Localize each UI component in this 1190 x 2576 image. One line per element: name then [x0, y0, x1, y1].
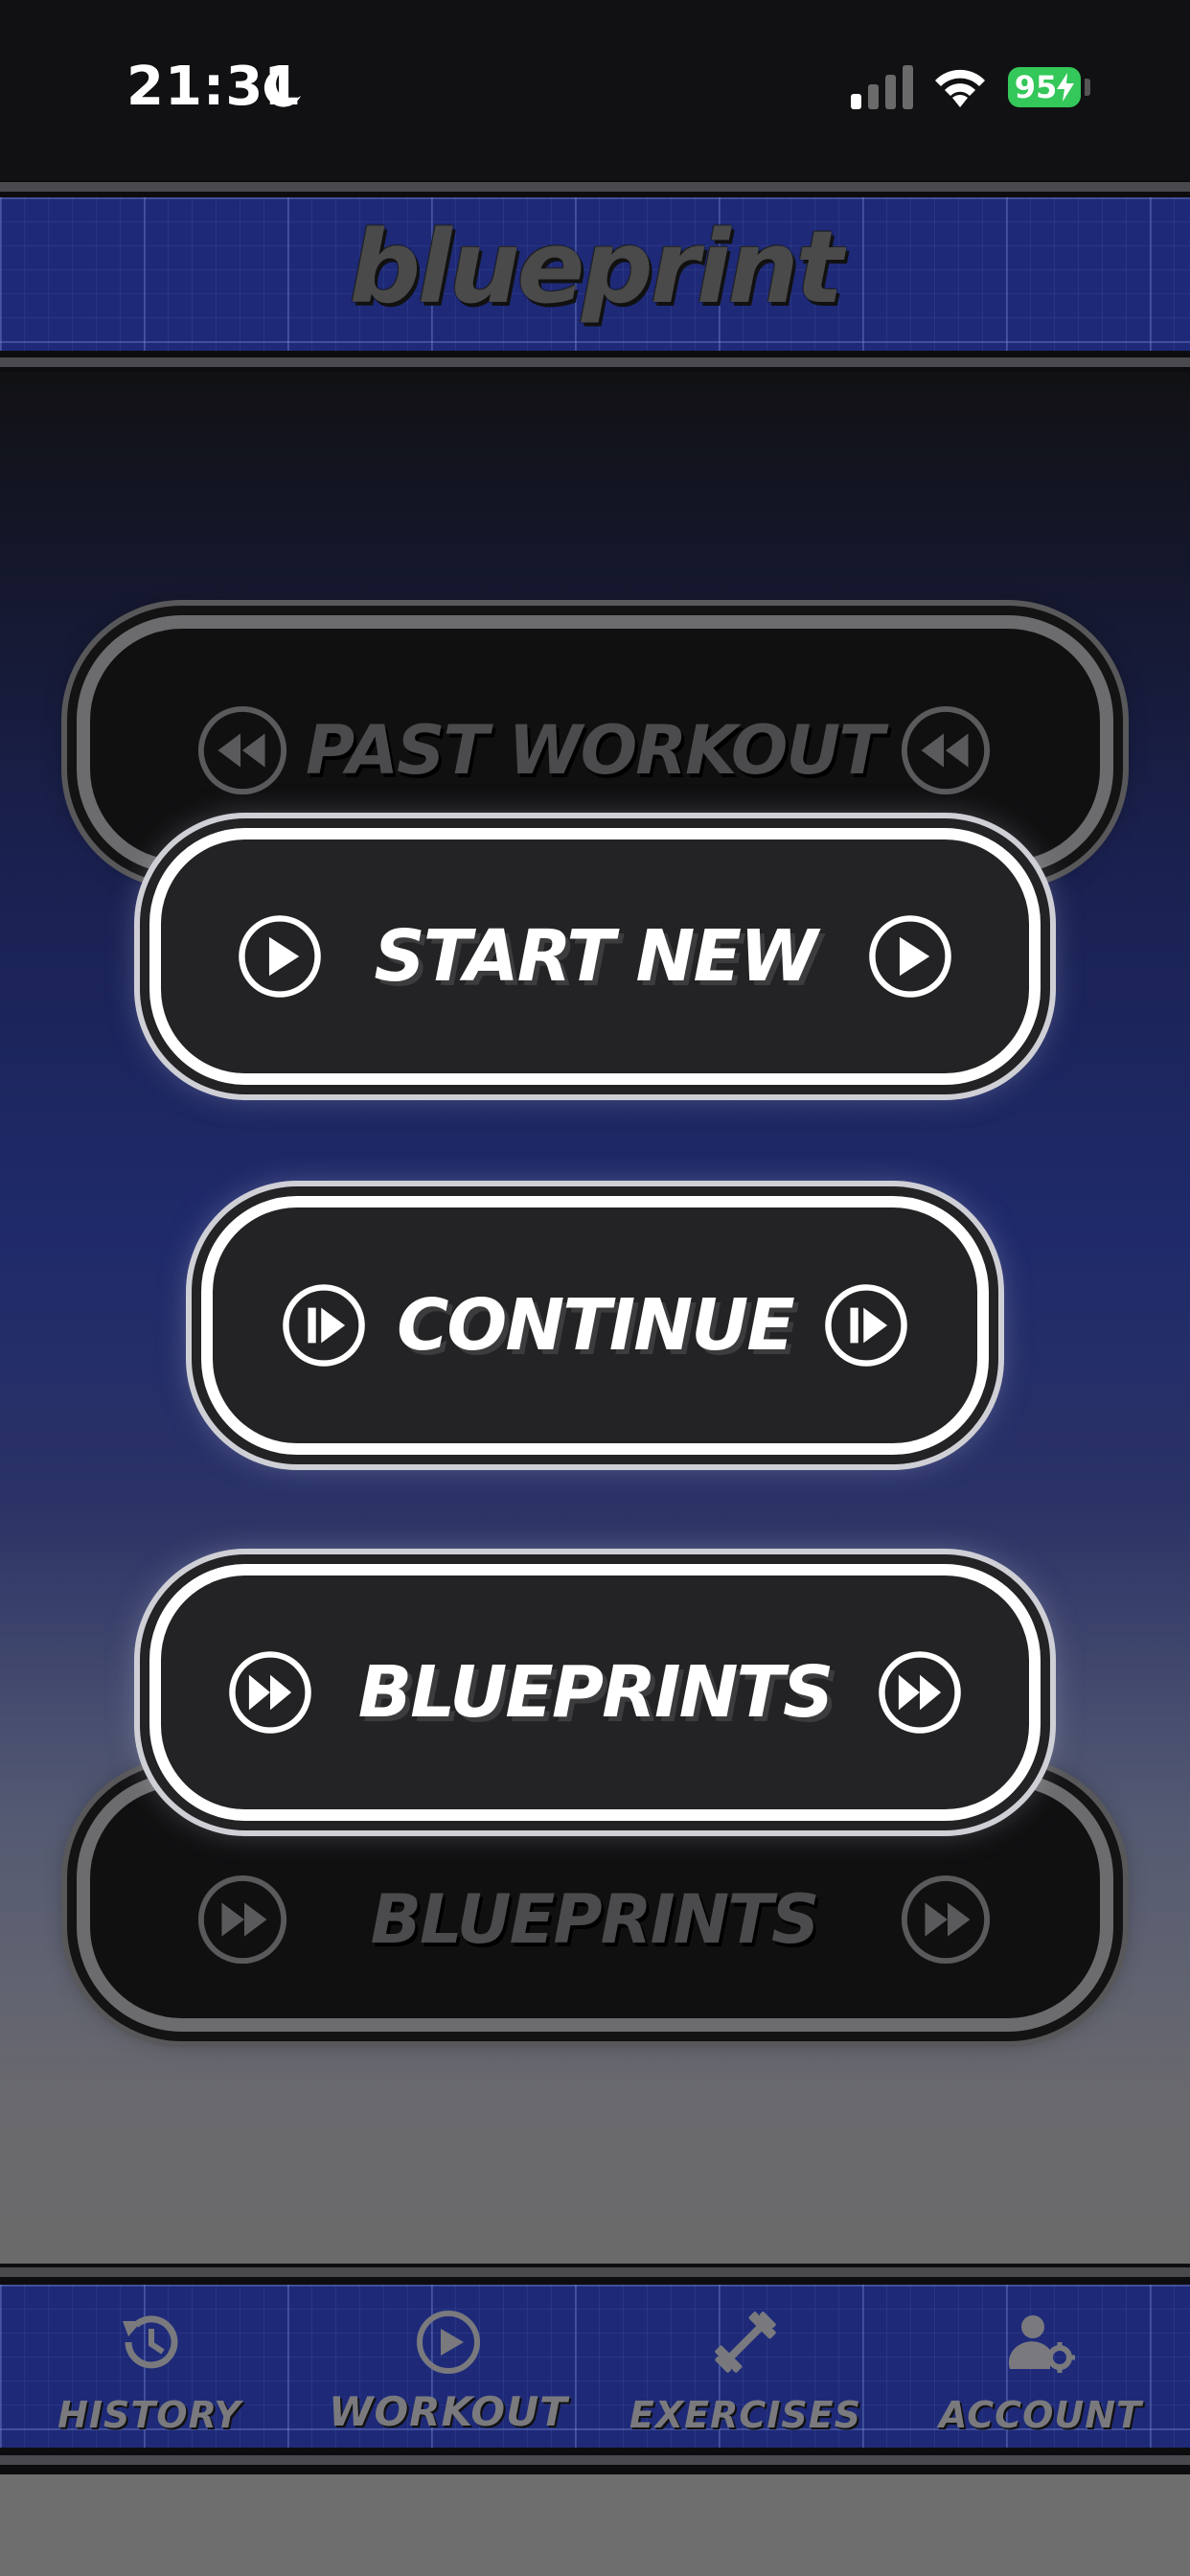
- history-icon: [123, 2315, 178, 2369]
- nav-item-workout[interactable]: WORKOUT: [305, 2300, 592, 2444]
- battery-level: 95: [1014, 69, 1058, 105]
- rewind-icon: [197, 705, 287, 795]
- fast-forward-circle-icon: [229, 1651, 311, 1734]
- account-settings-icon: [1008, 2315, 1075, 2373]
- play-circle-icon: [417, 2311, 480, 2374]
- blueprints-button[interactable]: BLUEPRINTS: [149, 1564, 1041, 1821]
- home-indicator-area: [0, 2474, 1190, 2576]
- header-rail-top: [0, 182, 1190, 192]
- blueprints-shadow-label: BLUEPRINTS: [370, 1880, 820, 1959]
- nav-label-account: ACCOUNT: [939, 2394, 1142, 2436]
- nav-item-exercises[interactable]: EXERCISES: [602, 2300, 889, 2444]
- dumbbell-icon: [715, 2312, 776, 2373]
- start-new-label: START NEW: [374, 915, 817, 998]
- resume-icon-right: [825, 1284, 907, 1367]
- fast-forward-circle-icon-right: [879, 1651, 961, 1734]
- blueprints-label: BLUEPRINTS: [357, 1651, 835, 1734]
- start-new-button[interactable]: START NEW: [149, 828, 1041, 1085]
- fast-forward-icon: [197, 1874, 287, 1965]
- nav-rail-top: [0, 2267, 1190, 2277]
- continue-label: CONTINUE: [397, 1284, 795, 1367]
- fast-forward-icon-right: [901, 1874, 991, 1965]
- header-rail-bottom: [0, 357, 1190, 367]
- rewind-icon-right: [901, 705, 991, 795]
- nav-label-workout: WORKOUT: [329, 2388, 568, 2435]
- battery-tip: [1085, 79, 1090, 96]
- nav-rail-bottom: [0, 2455, 1190, 2465]
- nav-label-exercises: EXERCISES: [629, 2394, 862, 2436]
- moon-icon: [263, 68, 301, 107]
- continue-button[interactable]: CONTINUE: [201, 1196, 989, 1455]
- charging-bolt-icon: [1057, 73, 1075, 102]
- past-workout-label: PAST WORKOUT: [305, 711, 884, 790]
- app-logo: blueprint: [349, 209, 844, 326]
- play-icon-right: [869, 915, 951, 998]
- battery-indicator: 95: [1008, 67, 1081, 107]
- resume-icon: [283, 1284, 365, 1367]
- nav-item-history[interactable]: HISTORY: [6, 2300, 293, 2444]
- nav-label-history: HISTORY: [57, 2394, 241, 2436]
- nav-item-account[interactable]: ACCOUNT: [897, 2300, 1184, 2444]
- signal-icon: [851, 65, 913, 109]
- wifi-icon: [935, 69, 985, 107]
- play-icon: [239, 915, 321, 998]
